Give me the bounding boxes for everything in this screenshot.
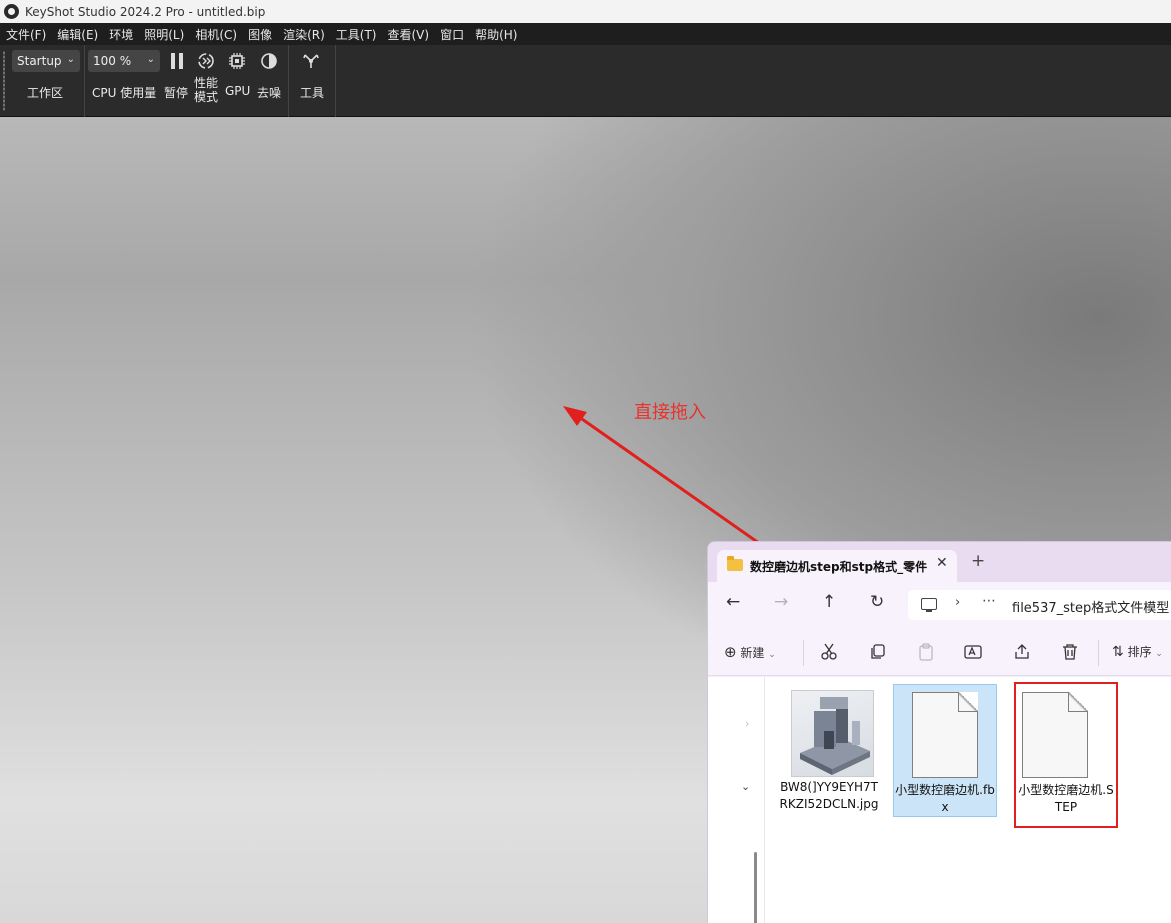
workspace-label: 工作区 <box>27 86 64 100</box>
page-fold-icon <box>958 692 978 712</box>
zoom-value: 100 % <box>93 54 132 68</box>
chevron-right-icon[interactable]: › <box>955 595 960 610</box>
cpu-usage-button[interactable]: CPU 使用量 <box>92 84 156 101</box>
page-fold-icon <box>1068 692 1088 712</box>
file-explorer-window: 数控磨边机step和stp格式_零件 ✕ + ← → ↑ ↻ › ⋯ file5… <box>707 541 1171 923</box>
tools-icon[interactable] <box>302 52 320 70</box>
toolbar-divider <box>1098 640 1099 666</box>
window-title: KeyShot Studio 2024.2 Pro - untitled.bip <box>25 4 266 19</box>
denoise-label: 去噪 <box>257 86 282 100</box>
workspace-value: Startup <box>17 54 62 68</box>
explorer-tab[interactable]: 数控磨边机step和stp格式_零件 ✕ <box>717 550 957 582</box>
new-button[interactable]: ⊕ 新建 ⌄ <box>724 643 776 661</box>
toolbar-divider <box>803 640 804 666</box>
rename-icon[interactable] <box>964 643 982 661</box>
navigation-pane[interactable]: › ⌄ <box>708 677 765 923</box>
toolbar-grip[interactable] <box>3 51 5 111</box>
more-path-icon[interactable]: ⋯ <box>982 593 996 609</box>
plus-circle-icon: ⊕ <box>724 643 737 661</box>
menu-tools[interactable]: 工具(T) <box>336 26 377 43</box>
address-bar[interactable]: › ⋯ file537_step格式文件模型 <box>908 590 1171 620</box>
menu-edit[interactable]: 编辑(E) <box>57 26 98 43</box>
chevron-down-icon: ⌄ <box>66 54 75 65</box>
menu-bar: 文件(F) 编辑(E) 环境 照明(L) 相机(C) 图像 渲染(R) 工具(T… <box>0 23 1171 45</box>
chevron-down-icon: ⌄ <box>768 650 776 660</box>
nav-scrollbar[interactable] <box>754 852 757 923</box>
workspace-group: Startup ⌄ 工作区 <box>0 45 85 117</box>
image-thumbnail <box>791 690 874 777</box>
explorer-command-bar: ⊕ 新建 ⌄ ⇅ 排序 ⌄ <box>708 628 1171 676</box>
gpu-chip-icon[interactable] <box>228 52 246 70</box>
explorer-content: › ⌄ BW8(]YY9EYH7TRKZI52DCLN.jpg 小型数控磨边机.… <box>708 677 1171 923</box>
title-bar: KeyShot Studio 2024.2 Pro - untitled.bip <box>0 0 1171 23</box>
menu-view[interactable]: 查看(V) <box>387 26 429 43</box>
cnc-machine-thumbnail-icon <box>800 697 870 775</box>
sort-button[interactable]: ⇅ 排序 ⌄ <box>1112 643 1163 660</box>
render-group: 100 % ⌄ CPU 使用量 暂停 性能 模式 GPU 去噪 <box>85 45 289 117</box>
performance-label-line2: 模式 <box>194 90 219 104</box>
address-path[interactable]: file537_step格式文件模型 <box>1012 597 1169 616</box>
tools-label: 工具 <box>300 86 325 100</box>
tab-title: 数控磨边机step和stp格式_零件 <box>750 560 928 574</box>
sort-icon: ⇅ <box>1112 644 1124 660</box>
menu-render[interactable]: 渲染(R) <box>283 26 325 43</box>
pause-icon[interactable] <box>168 52 186 70</box>
chevron-down-icon: ⌄ <box>1155 649 1163 659</box>
forward-arrow-icon[interactable]: → <box>774 592 788 612</box>
pause-label: 暂停 <box>164 86 189 100</box>
document-icon <box>1022 692 1088 778</box>
ribbon-toolbar: Startup ⌄ 工作区 100 % ⌄ CPU 使用量 暂停 性能 模式 G… <box>0 45 1171 117</box>
nav-collapse-icon[interactable]: ⌄ <box>741 780 750 793</box>
folder-icon <box>727 556 743 571</box>
new-tab-icon[interactable]: + <box>971 551 985 571</box>
explorer-nav-bar: ← → ↑ ↻ › ⋯ file537_step格式文件模型 <box>708 582 1171 628</box>
menu-file[interactable]: 文件(F) <box>6 26 46 43</box>
performance-mode-label: 性能 模式 <box>194 76 218 104</box>
refresh-icon[interactable]: ↻ <box>870 592 884 612</box>
file-name: BW8(]YY9EYH7TRKZI52DCLN.jpg <box>779 780 879 811</box>
delete-icon[interactable] <box>1061 643 1079 661</box>
drag-instruction-text: 直接拖入 <box>634 402 706 423</box>
workspace-dropdown[interactable]: Startup ⌄ <box>12 50 80 72</box>
menu-camera[interactable]: 相机(C) <box>195 26 237 43</box>
menu-help[interactable]: 帮助(H) <box>475 26 517 43</box>
gpu-label: GPU <box>225 84 251 98</box>
computer-icon[interactable] <box>921 598 937 612</box>
denoise-icon[interactable] <box>260 52 278 70</box>
sort-label: 排序 <box>1127 645 1152 659</box>
menu-lighting[interactable]: 照明(L) <box>144 26 184 43</box>
up-arrow-icon[interactable]: ↑ <box>822 592 836 612</box>
menu-environment[interactable]: 环境 <box>109 26 133 43</box>
nav-expand-icon[interactable]: › <box>745 717 749 730</box>
performance-label-line1: 性能 <box>194 76 219 90</box>
file-item-fbx[interactable]: 小型数控磨边机.fbx <box>893 684 997 817</box>
document-icon <box>912 692 978 778</box>
file-item-jpg[interactable]: BW8(]YY9EYH7TRKZI52DCLN.jpg <box>777 684 881 817</box>
close-tab-icon[interactable]: ✕ <box>936 555 948 571</box>
new-label: 新建 <box>740 646 765 660</box>
cut-icon[interactable] <box>820 643 838 661</box>
share-icon[interactable] <box>1013 643 1031 661</box>
zoom-dropdown[interactable]: 100 % ⌄ <box>88 50 160 72</box>
performance-mode-icon[interactable] <box>197 52 215 70</box>
keyshot-app-icon <box>4 4 19 19</box>
paste-icon[interactable] <box>917 643 935 661</box>
menu-window[interactable]: 窗口 <box>440 26 464 43</box>
file-name: 小型数控磨边机.STEP <box>1018 783 1114 814</box>
copy-icon[interactable] <box>869 643 887 661</box>
back-arrow-icon[interactable]: ← <box>726 592 740 612</box>
file-name: 小型数控磨边机.fbx <box>895 783 995 814</box>
file-item-step[interactable]: 小型数控磨边机.STEP <box>1014 682 1118 828</box>
explorer-tab-bar: 数控磨边机step和stp格式_零件 ✕ + <box>708 542 1171 582</box>
tools-group: 工具 <box>289 45 336 117</box>
chevron-down-icon: ⌄ <box>146 54 155 65</box>
menu-image[interactable]: 图像 <box>248 26 272 43</box>
